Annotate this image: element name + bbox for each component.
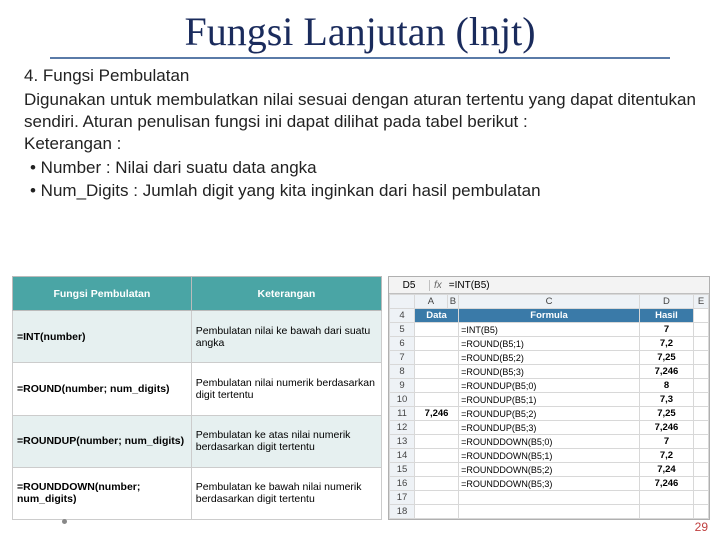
cell-formula[interactable]: =ROUND(B5;2) xyxy=(459,351,640,365)
cell-formula[interactable]: =ROUNDUP(B5;3) xyxy=(459,421,640,435)
cell-hasil[interactable]: 7,2 xyxy=(639,337,693,351)
col-formula[interactable]: Formula xyxy=(459,309,640,323)
slide-title: Fungsi Lanjutan (lnjt) xyxy=(50,0,670,59)
cell-formula[interactable]: =ROUNDDOWN(B5;2) xyxy=(459,463,640,477)
cell-hasil[interactable]: 7,246 xyxy=(639,477,693,491)
cell-formula[interactable] xyxy=(459,505,640,519)
table-row: 10=ROUNDUP(B5;1)7,3 xyxy=(390,393,709,407)
cell-data[interactable] xyxy=(415,491,459,505)
cell-hasil[interactable]: 7 xyxy=(639,435,693,449)
cell-data[interactable] xyxy=(415,449,459,463)
cell-formula[interactable]: =ROUNDDOWN(B5;1) xyxy=(459,449,640,463)
table-row: 5=INT(B5)7 xyxy=(390,323,709,337)
name-box[interactable]: D5 xyxy=(389,280,430,291)
cell-formula[interactable]: =ROUND(B5;3) xyxy=(459,365,640,379)
section-heading: 4. Fungsi Pembulatan xyxy=(24,65,696,87)
cell-hasil[interactable]: 7,24 xyxy=(639,463,693,477)
cell-data[interactable]: 7,246 xyxy=(415,407,459,421)
table-row: 7=ROUND(B5;2)7,25 xyxy=(390,351,709,365)
cell-formula[interactable]: =ROUND(B5;1) xyxy=(459,337,640,351)
table-row: 9=ROUNDUP(B5;0)8 xyxy=(390,379,709,393)
grid[interactable]: A B C D E 4 Data Formula Hasil 5=INT(B5)… xyxy=(389,294,709,519)
table-row: 17 xyxy=(390,491,709,505)
bullet-numdigits: • Num_Digits : Jumlah digit yang kita in… xyxy=(30,180,696,202)
table-row: =ROUND(number; num_digits)Pembulatan nil… xyxy=(13,363,382,415)
cell-data[interactable] xyxy=(415,365,459,379)
cell-data[interactable] xyxy=(415,323,459,337)
col-data[interactable]: Data xyxy=(415,309,459,323)
cell-hasil[interactable]: 7,246 xyxy=(639,365,693,379)
table-row: 14=ROUNDDOWN(B5;1)7,2 xyxy=(390,449,709,463)
cell-data[interactable] xyxy=(415,337,459,351)
cell-formula[interactable]: =ROUNDDOWN(B5;3) xyxy=(459,477,640,491)
cell-hasil[interactable] xyxy=(639,505,693,519)
cell-hasil[interactable]: 7,2 xyxy=(639,449,693,463)
cell-data[interactable] xyxy=(415,505,459,519)
cell-hasil[interactable] xyxy=(639,491,693,505)
cell-formula[interactable]: =ROUNDUP(B5;0) xyxy=(459,379,640,393)
cell-hasil[interactable]: 8 xyxy=(639,379,693,393)
cell-formula[interactable]: =ROUNDUP(B5;2) xyxy=(459,407,640,421)
bullet-decoration xyxy=(62,519,67,524)
cell-hasil[interactable]: 7,246 xyxy=(639,421,693,435)
cell-formula[interactable] xyxy=(459,491,640,505)
reference-table: Fungsi PembulatanKeterangan =INT(number)… xyxy=(12,276,382,520)
bullet-number: • Number : Nilai dari suatu data angka xyxy=(30,157,696,179)
table-row: 12=ROUNDUP(B5;3)7,246 xyxy=(390,421,709,435)
cell-formula[interactable]: =ROUNDUP(B5;1) xyxy=(459,393,640,407)
cell-formula[interactable]: =INT(B5) xyxy=(459,323,640,337)
keterangan-label: Keterangan : xyxy=(24,133,696,155)
cell-data[interactable] xyxy=(415,435,459,449)
table-row: 117,246=ROUNDUP(B5;2)7,25 xyxy=(390,407,709,421)
table-row: 8=ROUND(B5;3)7,246 xyxy=(390,365,709,379)
cell-data[interactable] xyxy=(415,421,459,435)
cell-data[interactable] xyxy=(415,463,459,477)
col-hasil[interactable]: Hasil xyxy=(639,309,693,323)
cell-hasil[interactable]: 7 xyxy=(639,323,693,337)
cell-hasil[interactable]: 7,3 xyxy=(639,393,693,407)
cell-data[interactable] xyxy=(415,477,459,491)
cell-hasil[interactable]: 7,25 xyxy=(639,351,693,365)
table-row: 16=ROUNDDOWN(B5;3)7,246 xyxy=(390,477,709,491)
cell-data[interactable] xyxy=(415,351,459,365)
cell-data[interactable] xyxy=(415,393,459,407)
table-row: 13=ROUNDDOWN(B5;0)7 xyxy=(390,435,709,449)
formula-bar[interactable]: D5 fx =INT(B5) xyxy=(389,277,709,294)
table-row: =ROUNDUP(number; num_digits)Pembulatan k… xyxy=(13,415,382,467)
formula-value[interactable]: =INT(B5) xyxy=(446,280,490,291)
table-row: 6=ROUND(B5;1)7,2 xyxy=(390,337,709,351)
table-row: 18 xyxy=(390,505,709,519)
cell-hasil[interactable]: 7,25 xyxy=(639,407,693,421)
table-row: 15=ROUNDDOWN(B5;2)7,24 xyxy=(390,463,709,477)
body-text: 4. Fungsi Pembulatan Digunakan untuk mem… xyxy=(0,59,720,202)
page-number: 29 xyxy=(695,520,708,534)
ref-header-fungsi: Fungsi Pembulatan xyxy=(13,277,192,311)
description: Digunakan untuk membulatkan nilai sesuai… xyxy=(24,89,696,133)
col-headers: A B C D E xyxy=(390,295,709,309)
fx-icon[interactable]: fx xyxy=(430,280,446,291)
ref-header-keterangan: Keterangan xyxy=(191,277,381,311)
spreadsheet: D5 fx =INT(B5) A B C D E 4 Data Formula … xyxy=(388,276,710,520)
cell-data[interactable] xyxy=(415,379,459,393)
table-row: =INT(number)Pembulatan nilai ke bawah da… xyxy=(13,311,382,363)
cell-formula[interactable]: =ROUNDDOWN(B5;0) xyxy=(459,435,640,449)
header-row: 4 Data Formula Hasil xyxy=(390,309,709,323)
table-row: =ROUNDDOWN(number; num_digits)Pembulatan… xyxy=(13,467,382,519)
